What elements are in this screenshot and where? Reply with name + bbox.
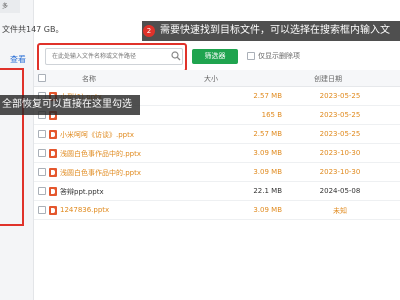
file-size: 3.09 MB (253, 206, 282, 214)
file-created-date: 2023-05-25 (319, 111, 361, 119)
deleted-only-label: 仅显示删除项 (258, 52, 300, 60)
table-row[interactable]: 小米呵呵《访谈》.pptx 2.57 MB 2023-05-25 (34, 125, 400, 144)
pptx-file-icon (49, 130, 57, 139)
file-size: 2.57 MB (253, 130, 282, 138)
file-created-date: 2023-05-25 (319, 92, 361, 100)
file-size: 165 B (261, 111, 282, 119)
pptx-file-icon (49, 168, 57, 177)
tip-callout-search: 需要快速找到目标文件，可以选择在搜索框内输入文 (142, 21, 400, 41)
file-created-date: 2023-10-30 (319, 149, 361, 157)
file-created-date: 2024-05-08 (319, 187, 361, 195)
file-created-date: 2023-10-30 (319, 168, 361, 176)
table-row[interactable]: 答辩ppt.pptx 22.1 MB 2024-05-08 (34, 182, 400, 201)
file-size: 2.57 MB (253, 92, 282, 100)
column-header-name[interactable]: 名称 (82, 74, 96, 84)
deleted-only-checkbox[interactable] (247, 52, 255, 60)
left-highlight-box (0, 68, 24, 226)
summary-text: 文件共147 GB。 (2, 25, 64, 34)
search-highlight-box (37, 43, 187, 72)
table-row[interactable]: 浅圆白色事作品中的.pptx 3.09 MB 2023-10-30 (34, 144, 400, 163)
row-checkbox[interactable] (38, 168, 46, 176)
file-name: 小米呵呵《访谈》.pptx (60, 131, 134, 139)
file-size: 22.1 MB (253, 187, 282, 195)
file-created-date: 未知 (333, 207, 347, 215)
pptx-file-icon (49, 187, 57, 196)
pptx-file-icon (49, 206, 57, 215)
column-header-size[interactable]: 大小 (204, 74, 218, 84)
summary-text-wrap: 文件共147 GB。 (0, 24, 64, 35)
file-created-date: 2023-05-25 (319, 130, 361, 138)
step-badge: 2 (143, 25, 155, 37)
deleted-only-toggle[interactable]: 仅显示删除项 (247, 51, 300, 61)
file-name: 答辩ppt.pptx (60, 188, 104, 196)
table-header: 名称 大小 创建日期 (34, 70, 400, 87)
row-checkbox[interactable] (38, 130, 46, 138)
file-name: 浅圆白色事作品中的.pptx (60, 169, 141, 177)
file-name: 浅圆白色事作品中的.pptx (60, 150, 141, 158)
row-checkbox[interactable] (38, 206, 46, 214)
row-checkbox[interactable] (38, 149, 46, 157)
table-row[interactable]: 1247836.pptx 3.09 MB 未知 (34, 201, 400, 220)
pptx-file-icon (49, 149, 57, 158)
row-checkbox[interactable] (38, 187, 46, 195)
left-tab-label[interactable]: 多 (0, 0, 20, 13)
file-size: 3.09 MB (253, 168, 282, 176)
file-size: 3.09 MB (253, 149, 282, 157)
view-link[interactable]: 查看 (10, 54, 26, 65)
column-header-date[interactable]: 创建日期 (314, 74, 342, 84)
select-all-checkbox[interactable] (38, 74, 46, 82)
tip-callout-select-all: 全部恢复可以直接在这里勾选 (0, 95, 140, 115)
filter-button[interactable]: 筛选器 (192, 49, 238, 64)
table-row[interactable]: 浅圆白色事作品中的.pptx 3.09 MB 2023-10-30 (34, 163, 400, 182)
file-name: 1247836.pptx (60, 206, 110, 214)
